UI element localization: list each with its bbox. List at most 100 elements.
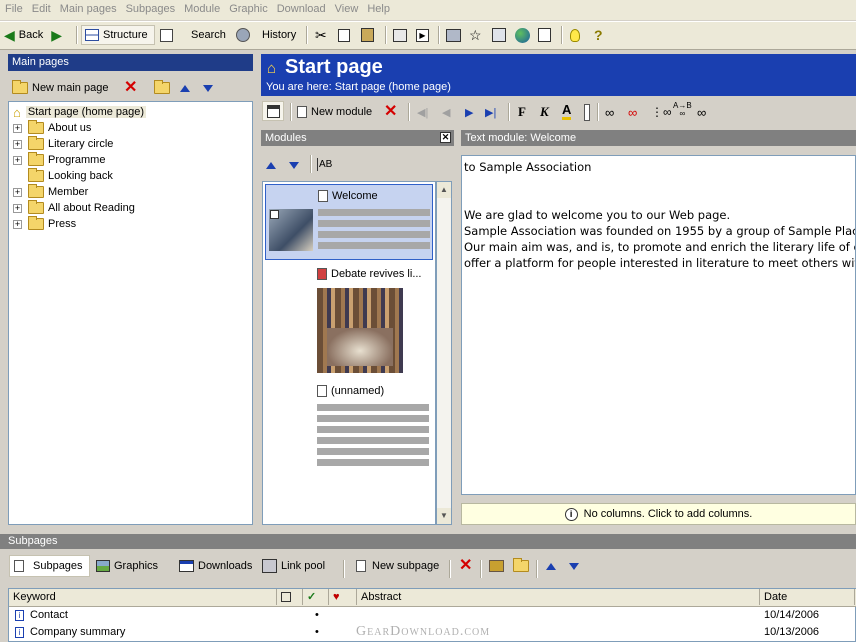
menu-view[interactable]: View (330, 0, 363, 15)
font-color-button[interactable]: A (562, 102, 572, 120)
text-line (464, 175, 853, 191)
search-button[interactable]: Search (160, 25, 226, 45)
menu-subpages[interactable]: Subpages (121, 0, 180, 15)
add-columns-hint[interactable]: i No columns. Click to add columns. (461, 503, 856, 525)
expand-icon[interactable]: + (13, 203, 22, 213)
history-button[interactable]: History (236, 25, 296, 45)
paste-button[interactable] (361, 25, 374, 45)
delete-module-button[interactable]: ✕ (384, 102, 397, 122)
subpage-up-button[interactable] (542, 555, 560, 577)
menu-module[interactable]: Module (179, 0, 224, 15)
subpage-down-button[interactable] (565, 555, 583, 577)
tab-downloads[interactable]: Downloads (175, 555, 256, 577)
expand-icon[interactable]: + (13, 123, 22, 133)
zoom-icon[interactable] (270, 210, 279, 219)
insert-link-button[interactable]: ∞ (605, 102, 614, 122)
module-item-debate[interactable]: Debate revives li... (265, 264, 433, 374)
column-image[interactable] (277, 589, 303, 605)
last-module-button[interactable]: ▶| (485, 102, 496, 122)
new-subpage-button[interactable]: New subpage (352, 555, 443, 577)
tree-root-start-page[interactable]: ⌂ Start page (home page) (13, 104, 147, 120)
remove-link-button[interactable]: ∞ (628, 102, 637, 122)
tip-button[interactable] (570, 25, 580, 45)
first-module-button[interactable]: ◀| (417, 102, 428, 122)
edit-link-button[interactable]: ⋮∞ (651, 102, 672, 122)
web-button[interactable] (515, 25, 530, 45)
expand-icon[interactable]: + (13, 219, 22, 229)
favorites-button[interactable]: ☆ (469, 25, 482, 45)
new-module-button[interactable]: New module (297, 102, 372, 122)
structure-button[interactable]: Structure (81, 25, 155, 45)
play-box-icon: ▶ (416, 28, 429, 42)
scroll-up-arrow-icon[interactable]: ▲ (437, 182, 451, 198)
properties-button[interactable] (393, 25, 407, 45)
replace-link-button[interactable]: A→B ∞ (673, 102, 692, 122)
prev-module-button[interactable]: ◀ (442, 102, 450, 122)
main-page-properties-button[interactable] (154, 78, 174, 98)
scroll-down-arrow-icon[interactable]: ▼ (437, 508, 451, 524)
menu-download[interactable]: Download (272, 0, 330, 15)
column-date[interactable]: Date (760, 589, 855, 605)
move-up-button[interactable] (180, 78, 190, 98)
module-down-button[interactable] (289, 155, 299, 175)
delete-main-page-button[interactable]: ✕ (124, 78, 137, 98)
menu-help[interactable]: Help (362, 0, 394, 15)
copy-button[interactable] (338, 25, 350, 45)
italic-button[interactable]: K (540, 102, 549, 122)
subpage-move-button[interactable] (485, 555, 508, 577)
text-editor[interactable]: to Sample Association We are glad to wel… (461, 155, 856, 495)
menu-edit[interactable]: Edit (27, 0, 55, 15)
close-modules-icon[interactable]: ✕ (440, 132, 451, 143)
menu-graphic[interactable]: Graphic (224, 0, 272, 15)
tree-item-all-about-reading[interactable]: + All about Reading (13, 200, 135, 216)
menu-main-pages[interactable]: Main pages (55, 0, 121, 15)
new-main-page-button[interactable]: New main page (12, 78, 108, 98)
publish-button[interactable] (446, 25, 461, 45)
module-item-unnamed[interactable]: (unnamed) (265, 382, 433, 482)
tree-item-looking-back[interactable]: Looking back (28, 168, 113, 184)
tree-item-member[interactable]: + Member (13, 184, 88, 200)
tree-item-press[interactable]: + Press (13, 216, 76, 232)
text-cursor-button[interactable] (584, 102, 590, 122)
next-module-button[interactable]: ▶ (465, 102, 473, 122)
checkmark-icon: ✓ (307, 591, 317, 603)
layout-toggle-button[interactable] (262, 101, 284, 121)
row-date: 10/14/2006 (764, 609, 820, 621)
expand-icon[interactable]: + (13, 187, 22, 197)
tab-subpages[interactable]: Subpages (9, 555, 90, 577)
expand-icon[interactable]: + (13, 155, 22, 165)
text-line: Our main aim was, and is, to promote and… (464, 240, 856, 254)
upload-button[interactable] (492, 25, 506, 45)
tab-link-pool[interactable]: Link pool (258, 555, 329, 577)
cut-button[interactable]: ✂ (315, 25, 327, 45)
help-button[interactable]: ? (594, 25, 603, 45)
column-abstract[interactable]: Abstract (357, 589, 760, 605)
tree-item-about-us[interactable]: + About us (13, 120, 91, 136)
delete-subpage-button[interactable]: ✕ (455, 555, 476, 577)
folder-icon (28, 168, 44, 182)
search-doc-button[interactable] (538, 25, 551, 45)
column-favorite[interactable]: ♥ (329, 589, 357, 605)
column-keyword[interactable]: Keyword (9, 589, 277, 605)
column-check[interactable]: ✓ (303, 589, 329, 605)
move-down-button[interactable] (203, 78, 213, 98)
module-item-welcome[interactable]: Welcome (265, 184, 433, 260)
menu-file[interactable]: File (0, 0, 27, 15)
tree-item-literary-circle[interactable]: + Literary circle (13, 136, 113, 152)
back-button[interactable]: ◀ Back ▶ (4, 25, 62, 45)
expand-icon[interactable]: + (13, 139, 22, 149)
bold-button[interactable]: F (518, 102, 526, 122)
separator (449, 560, 451, 578)
module-up-button[interactable] (266, 155, 276, 175)
link-list-button[interactable]: ∞ (697, 102, 706, 122)
rename-module-button[interactable]: AB (317, 154, 332, 174)
preview-button[interactable]: ▶ (416, 25, 429, 45)
modules-scrollbar[interactable]: ▲ ▼ (436, 181, 452, 525)
tab-graphics[interactable]: Graphics (92, 555, 162, 577)
table-row[interactable]: i Contact • 10/14/2006 (9, 607, 855, 624)
tree-item-programme[interactable]: + Programme (13, 152, 105, 168)
structure-tree-icon (85, 29, 99, 41)
subpages-toolbar: Subpages Graphics Downloads Link pool Ne… (0, 553, 856, 583)
question-icon: ? (594, 27, 603, 43)
subpage-properties-button[interactable] (509, 555, 537, 577)
